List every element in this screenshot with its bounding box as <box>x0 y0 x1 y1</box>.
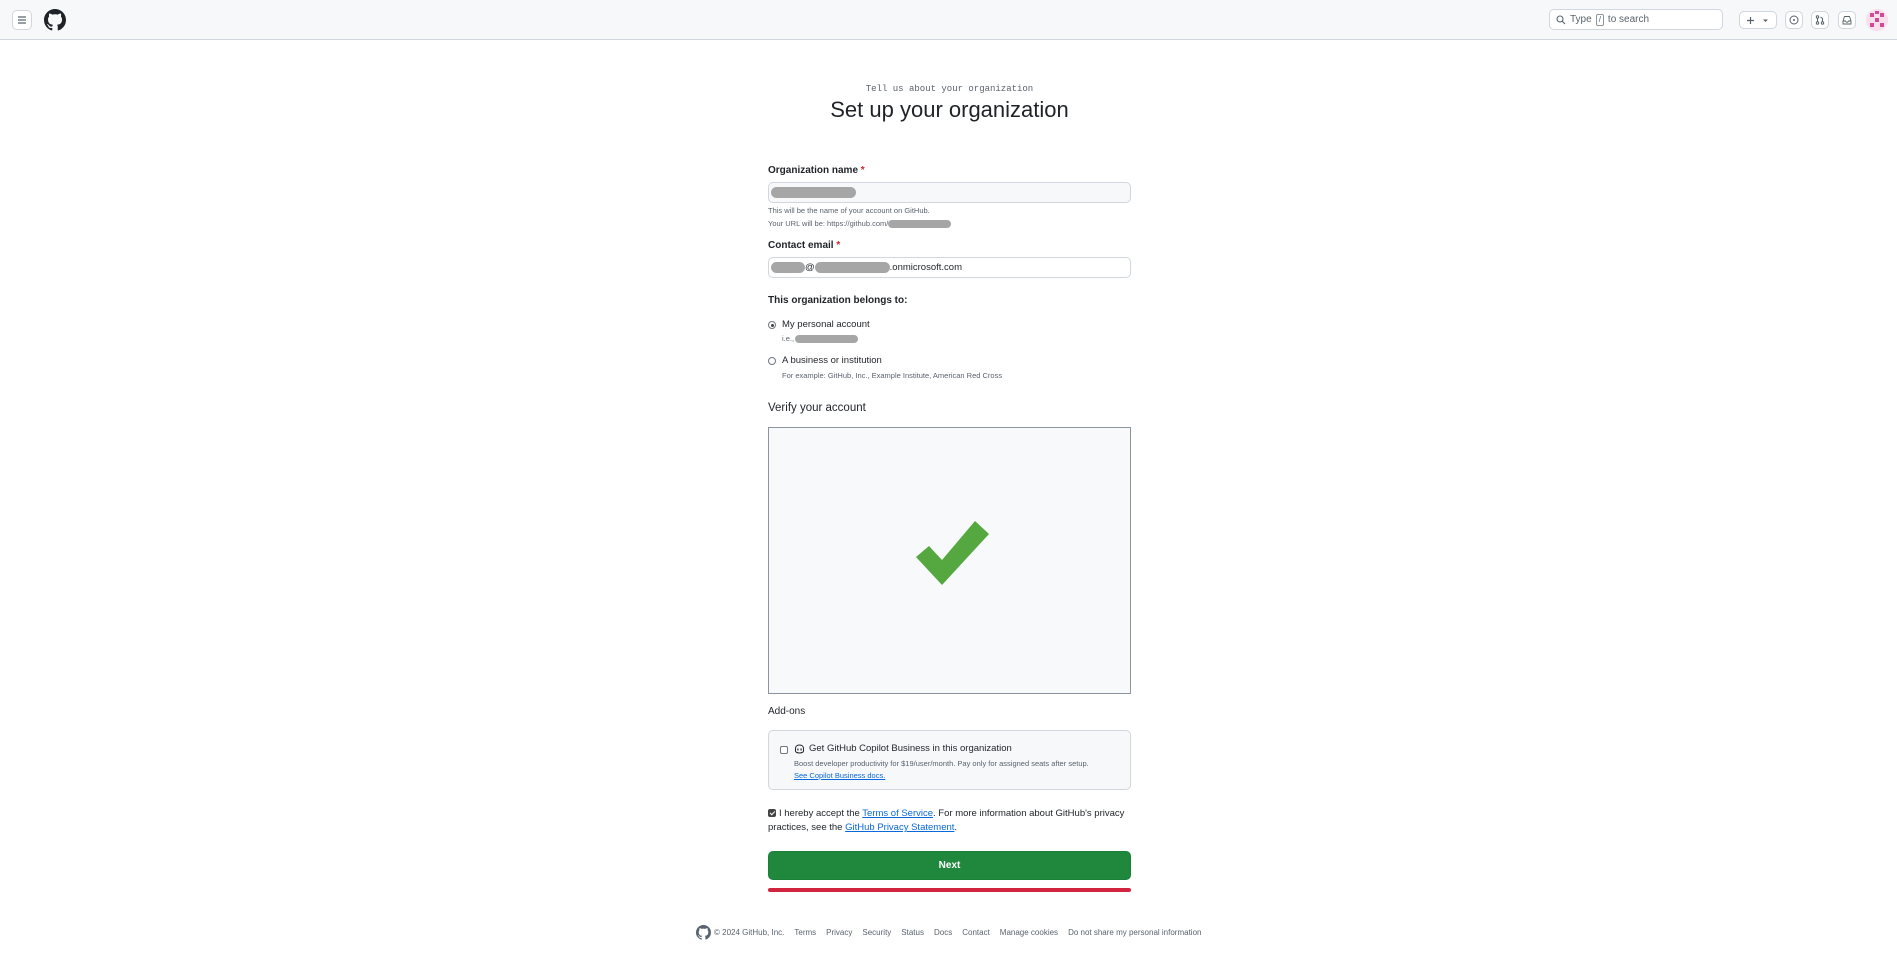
option-personal-hint-text: i.e., <box>782 334 795 343</box>
redacted-org-name <box>771 187 856 198</box>
contact-email-label: Contact email * <box>768 240 840 251</box>
copilot-addon-card: Get GitHub Copilot Business in this orga… <box>768 730 1131 790</box>
email-domain: .onmicrosoft.com <box>889 262 962 273</box>
page-eyebrow: Tell us about your organization <box>865 84 1034 94</box>
plus-icon <box>1747 16 1754 24</box>
addons-heading: Add-ons <box>768 706 806 717</box>
triangle-down-icon <box>1763 19 1768 22</box>
footer-link-contact[interactable]: Contact <box>962 928 990 937</box>
search-placeholder-prefix: Type <box>1570 14 1592 25</box>
copilot-docs-link[interactable]: See Copilot Business docs. <box>794 771 885 780</box>
option-business-hint: For example: GitHub, Inc., Example Insti… <box>782 371 1003 380</box>
contact-email-label-text: Contact email <box>768 240 834 251</box>
next-button[interactable]: Next <box>768 851 1131 880</box>
site-footer: © 2024 GitHub, Inc. Terms Privacy Securi… <box>696 925 1201 940</box>
redacted-email-user <box>771 262 805 273</box>
footer-link-privacy[interactable]: Privacy <box>826 928 852 937</box>
copilot-checkbox[interactable] <box>780 746 788 754</box>
org-name-label-text: Organization name <box>768 165 859 176</box>
github-logo-icon[interactable] <box>44 9 66 36</box>
user-avatar[interactable] <box>1866 9 1888 31</box>
org-url-hint: Your URL will be: https://github.com/ <box>768 219 952 228</box>
radio-personal-account[interactable] <box>768 321 776 329</box>
verification-panel[interactable] <box>768 427 1131 694</box>
global-header: Type / to search <box>0 0 1897 40</box>
redacted-username <box>795 334 859 343</box>
footer-link-terms[interactable]: Terms <box>794 928 816 937</box>
terms-of-service-link[interactable]: Terms of Service <box>862 808 933 819</box>
option-personal-label[interactable]: My personal account <box>782 319 870 330</box>
terms-text: I hereby accept the Terms of Service. Fo… <box>768 807 1131 835</box>
option-personal-hint: i.e., <box>782 334 859 343</box>
terms-prefix: I hereby accept the <box>779 808 860 819</box>
highlight-underline <box>768 888 1131 892</box>
create-new-button[interactable] <box>1739 11 1777 29</box>
required-mark: * <box>860 165 865 176</box>
github-footer-logo-icon[interactable] <box>696 925 711 940</box>
org-name-label: Organization name * <box>768 165 865 176</box>
page-title: Set up your organization <box>830 97 1069 122</box>
copilot-title: Get GitHub Copilot Business in this orga… <box>809 743 1012 754</box>
redacted-email-tenant <box>814 262 890 273</box>
radio-business[interactable] <box>768 357 776 365</box>
avatar-identicon-icon <box>1866 9 1888 31</box>
menu-button[interactable] <box>12 10 32 30</box>
issue-opened-icon <box>1789 15 1799 25</box>
org-url-hint-text: Your URL will be: https://github.com/ <box>768 219 889 228</box>
belongs-to-label: This organization belongs to: <box>768 295 908 306</box>
footer-link-do-not-share[interactable]: Do not share my personal information <box>1068 928 1201 937</box>
contact-email-field[interactable]: @ .onmicrosoft.com <box>768 257 1131 278</box>
footer-link-manage-cookies[interactable]: Manage cookies <box>1000 928 1058 937</box>
inbox-button[interactable] <box>1838 11 1856 29</box>
checkmark-icon <box>916 521 989 585</box>
copilot-description: Boost developer productivity for $19/use… <box>794 759 1089 768</box>
issues-button[interactable] <box>1785 11 1803 29</box>
option-business-label[interactable]: A business or institution <box>782 355 882 366</box>
terms-suffix: . <box>954 822 958 833</box>
footer-copyright: © 2024 GitHub, Inc. <box>714 928 785 937</box>
footer-link-status[interactable]: Status <box>901 928 924 937</box>
search-input[interactable]: Type / to search <box>1549 9 1723 30</box>
email-at-sign: @ <box>805 262 815 273</box>
inbox-icon <box>1842 16 1852 25</box>
search-shortcut-key: / <box>1595 13 1604 26</box>
org-name-hint: This will be the name of your account on… <box>768 206 930 215</box>
required-mark: * <box>836 240 841 251</box>
privacy-statement-link[interactable]: GitHub Privacy Statement <box>845 822 954 833</box>
copilot-icon <box>795 744 804 754</box>
footer-link-security[interactable]: Security <box>862 928 891 937</box>
org-name-field[interactable] <box>768 182 1131 203</box>
git-pull-request-icon <box>1815 15 1825 25</box>
hamburger-icon <box>18 16 26 24</box>
search-icon <box>1556 14 1566 24</box>
redacted-org-url <box>888 219 952 228</box>
search-placeholder-suffix: to search <box>1607 14 1650 25</box>
verify-heading: Verify your account <box>768 402 866 414</box>
footer-link-docs[interactable]: Docs <box>934 928 952 937</box>
pull-requests-button[interactable] <box>1811 11 1829 29</box>
